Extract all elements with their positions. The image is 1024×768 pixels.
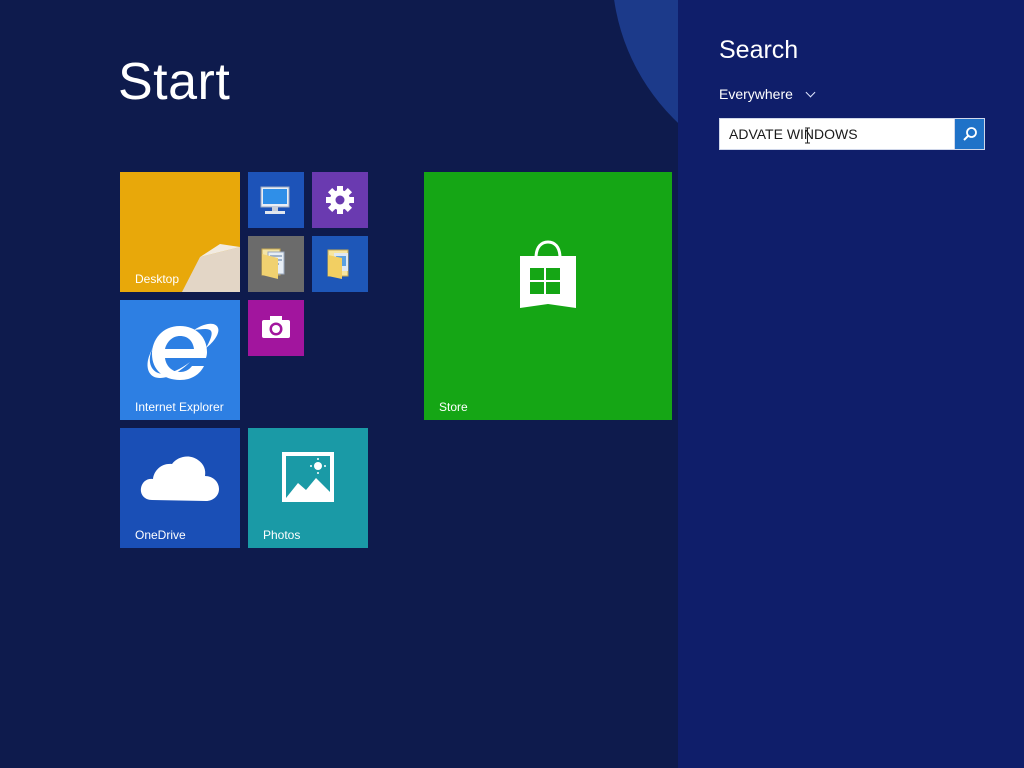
tile-label-desktop: Desktop [135,272,180,286]
start-screen: Start Desktop Internet Explorer OneDrive… [0,0,678,768]
tile-photos[interactable]: Photos [248,428,368,548]
windows-start-screen: Start Desktop Internet Explorer OneDrive… [0,0,1024,768]
tile-desktop[interactable]: Desktop [120,172,240,292]
search-input[interactable] [720,119,954,149]
search-title: Search [719,36,799,64]
tile-label-photos: Photos [263,528,301,542]
tile-store[interactable]: Store [424,172,672,420]
chevron-down-icon [805,87,816,97]
tile-file-explorer[interactable] [312,236,368,292]
tile-label-internet-explorer: Internet Explorer [135,400,224,414]
search-icon [962,127,977,141]
search-charm-panel: Search Everywhere [678,0,1024,768]
gear-icon [326,186,354,214]
tile-onedrive[interactable]: OneDrive [120,428,240,548]
tile-pc-settings[interactable] [312,172,368,228]
shopping-bag-icon [520,240,576,308]
search-scope-dropdown[interactable]: Everywhere [719,86,816,102]
tile-files[interactable] [248,236,304,292]
folder-icon [327,249,349,279]
folder-icon [261,248,285,279]
search-box [719,118,985,150]
computer-monitor-icon [260,186,290,214]
tile-internet-explorer[interactable]: Internet Explorer [120,300,240,420]
search-scope-label: Everywhere [719,86,793,102]
background-arc [612,0,678,180]
search-button[interactable] [954,119,984,149]
tile-label-onedrive: OneDrive [135,528,186,542]
tile-this-pc[interactable] [248,172,304,228]
camera-icon [262,316,290,338]
tile-camera[interactable] [248,300,304,356]
tile-label-store: Store [439,400,468,414]
start-title: Start [118,53,231,111]
